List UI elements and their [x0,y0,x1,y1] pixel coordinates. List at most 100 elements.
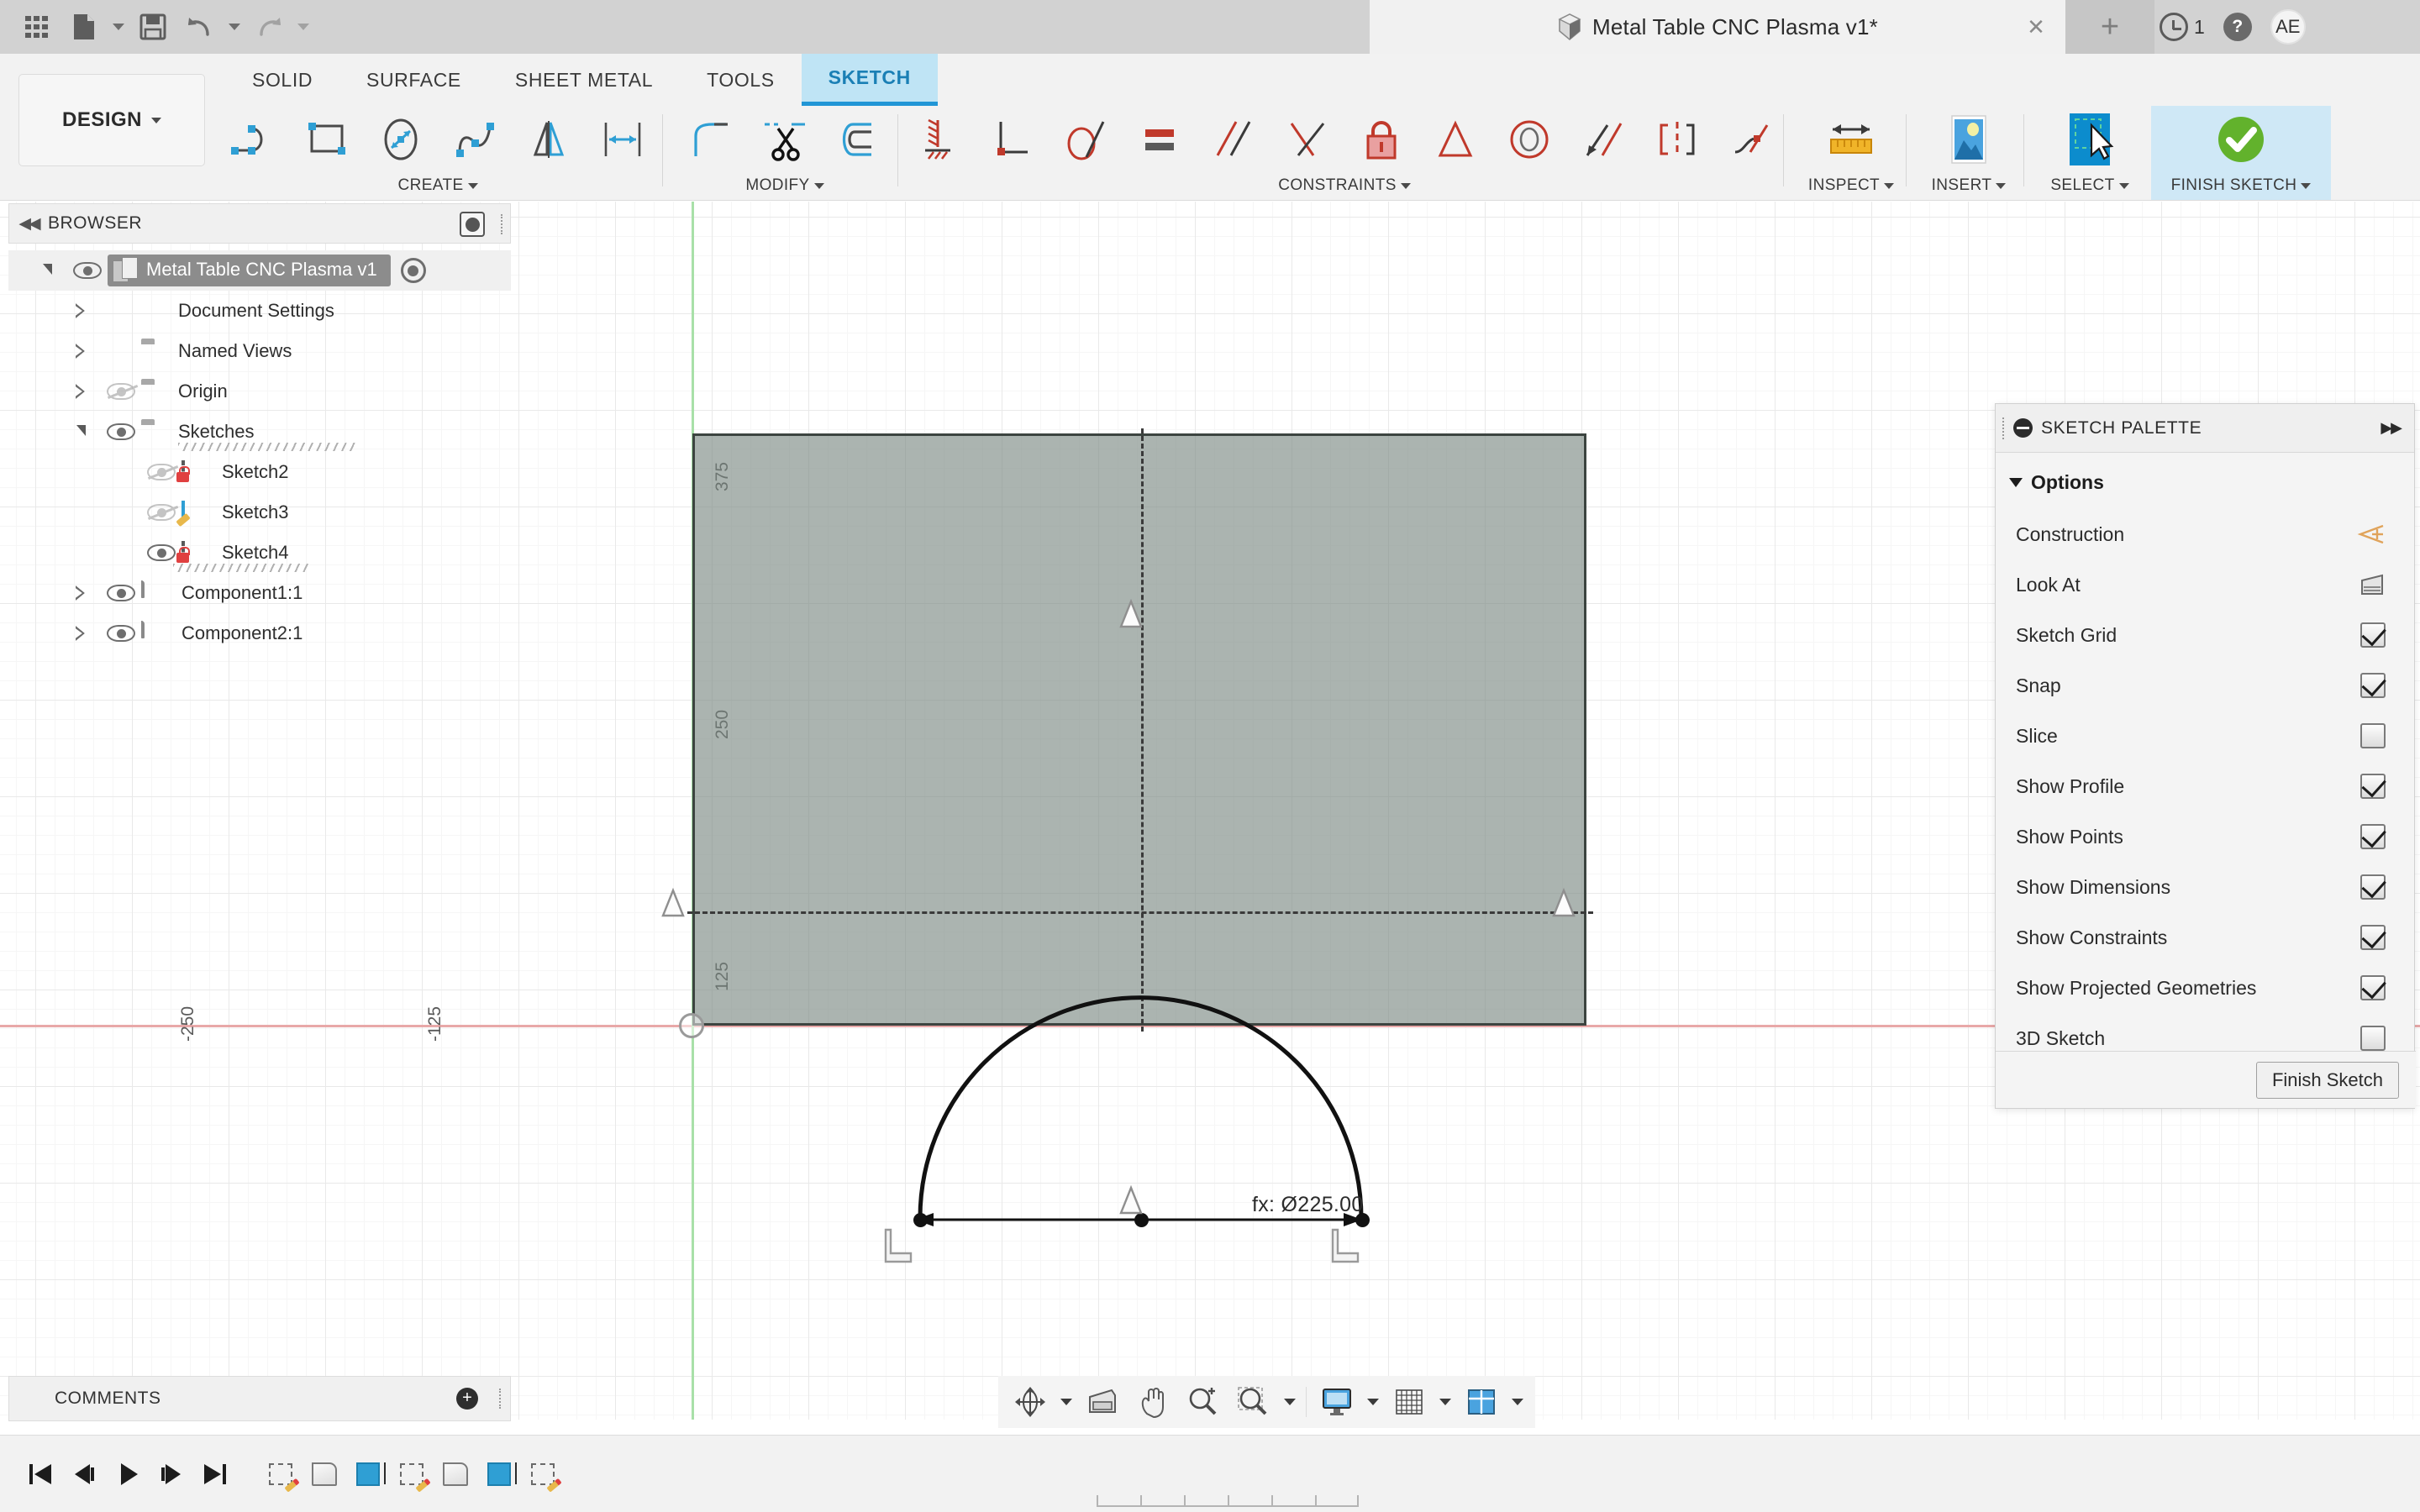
show-dimensions-checkbox[interactable] [2360,874,2386,900]
insert-image-icon[interactable] [1918,106,2019,173]
midpoint-constraint-icon[interactable] [1113,596,1149,632]
look-at-icon[interactable] [2359,572,2386,597]
visibility-eye-icon[interactable] [101,625,141,642]
option-snap[interactable]: Snap [1996,660,2414,711]
circle-icon[interactable] [364,106,438,173]
visibility-eye-icon[interactable] [101,585,141,601]
play-icon[interactable] [106,1446,150,1502]
sketch-grid-checkbox[interactable] [2360,622,2386,648]
midpoint-icon[interactable] [1418,106,1492,173]
tree-item-origin[interactable]: Origin [8,371,511,412]
panel-grip[interactable] [501,214,503,234]
tree-item-component2[interactable]: Component2:1 [8,613,511,654]
symmetry-icon[interactable] [1640,106,1714,173]
option-slice[interactable]: Slice [1996,711,2414,761]
timeline-body-feature[interactable] [434,1450,477,1499]
offset-icon[interactable] [822,106,896,173]
spline-icon[interactable] [438,106,512,173]
new-file-caret-icon[interactable] [109,5,128,49]
coincident-icon[interactable] [1270,106,1344,173]
go-to-beginning-icon[interactable] [18,1446,62,1502]
zoom-window-icon[interactable] [1228,1379,1279,1425]
mirror-icon[interactable] [512,106,586,173]
finish-sketch-button[interactable]: Finish Sketch [2255,1061,2399,1099]
help-icon[interactable]: ? [2223,13,2252,41]
orbit-caret-icon[interactable] [1055,1379,1077,1425]
concentric-icon[interactable] [1492,106,1566,173]
timeline-sketch-feature[interactable] [259,1450,302,1499]
display-settings-caret-icon[interactable] [1362,1379,1384,1425]
visibility-eye-icon[interactable] [141,464,182,480]
expander-open-icon[interactable] [27,263,67,276]
panel-grip[interactable] [2002,417,2005,439]
tree-item-root[interactable]: Metal Table CNC Plasma v1 [8,250,511,291]
expander-closed-icon[interactable] [60,585,101,601]
redo-caret-icon[interactable] [294,5,313,49]
undo-caret-icon[interactable] [225,5,244,49]
step-forward-icon[interactable] [150,1446,193,1502]
options-section-header[interactable]: Options [1996,466,2414,509]
option-show-projected-geometries[interactable]: Show Projected Geometries [1996,963,2414,1013]
pan-icon[interactable] [1128,1379,1178,1425]
ribbon-group-finish-sketch[interactable]: FINISH SKETCH [2151,106,2331,200]
tree-item-sketches[interactable]: Sketches [8,412,511,452]
tree-item-component1[interactable]: Component1:1 [8,573,511,613]
option-show-constraints[interactable]: Show Constraints [1996,912,2414,963]
tree-item-sketch4[interactable]: Sketch4 [8,533,511,573]
curvature-icon[interactable] [1714,106,1788,173]
option-show-points[interactable]: Show Points [1996,811,2414,862]
construction-line-icon[interactable] [2357,522,2386,546]
visibility-eye-icon[interactable] [101,423,141,440]
workspace-switcher[interactable]: DESIGN [18,74,205,166]
add-comment-icon[interactable]: + [456,1388,478,1410]
timeline-extrude-feature[interactable] [346,1450,390,1499]
grid-snaps-icon[interactable] [1384,1379,1434,1425]
sketch-profile-region[interactable] [692,433,1586,1026]
look-at-icon[interactable] [1077,1379,1128,1425]
collapse-icon[interactable]: ◀◀ [9,203,48,244]
line-icon[interactable] [216,106,290,173]
perpendicular-icon[interactable] [975,106,1049,173]
tangent-icon[interactable] [1049,106,1123,173]
tree-item-sketch2[interactable]: Sketch2 [8,452,511,492]
finish-sketch-check-icon[interactable] [2191,106,2291,173]
slice-checkbox[interactable] [2360,723,2386,748]
show-profile-checkbox[interactable] [2360,774,2386,799]
zoom-caret-icon[interactable] [1279,1379,1301,1425]
measure-icon[interactable] [1801,106,1902,173]
go-to-end-icon[interactable] [193,1446,237,1502]
tab-sketch[interactable]: SKETCH [801,54,938,106]
timeline-sketch-feature[interactable] [521,1450,565,1499]
expander-open-icon[interactable] [60,424,101,438]
zoom-icon[interactable] [1178,1379,1228,1425]
browser-pin-icon[interactable] [460,212,485,237]
timeline-extrude-feature[interactable] [477,1450,521,1499]
new-file-icon[interactable] [62,5,106,49]
ribbon-group-constraints-label[interactable]: CONSTRAINTS [1278,173,1411,198]
recent-activity-button[interactable]: 1 [2160,13,2205,41]
viewports-caret-icon[interactable] [1507,1379,1528,1425]
step-back-icon[interactable] [62,1446,106,1502]
diameter-dimension-label[interactable]: fx: Ø225.00 [1252,1193,1364,1217]
grid-snaps-caret-icon[interactable] [1434,1379,1456,1425]
lock-constraint-icon[interactable] [1344,106,1418,173]
timeline-sketch-feature[interactable] [390,1450,434,1499]
option-construction[interactable]: Construction [1996,509,2414,559]
tree-item-sketch3[interactable]: Sketch3 [8,492,511,533]
visibility-eye-icon[interactable] [141,504,182,521]
3d-sketch-checkbox[interactable] [2360,1026,2386,1051]
show-constraints-checkbox[interactable] [2360,925,2386,950]
expander-closed-icon[interactable] [60,303,101,318]
collinear-icon[interactable] [1566,106,1640,173]
new-tab-button[interactable]: + [2065,0,2154,54]
grid-menu-icon[interactable] [15,5,59,49]
tree-root-selected[interactable]: Metal Table CNC Plasma v1 [108,255,391,286]
ribbon-group-create-label[interactable]: CREATE [397,173,478,198]
sketch-dimension-icon[interactable] [586,106,660,173]
document-tab[interactable]: Metal Table CNC Plasma v1* ✕ [1370,0,2065,54]
show-points-checkbox[interactable] [2360,824,2386,849]
midpoint-constraint-icon[interactable] [655,885,691,921]
avatar[interactable]: AE [2270,9,2306,45]
expander-closed-icon[interactable] [60,344,101,359]
fillet-icon[interactable] [674,106,748,173]
